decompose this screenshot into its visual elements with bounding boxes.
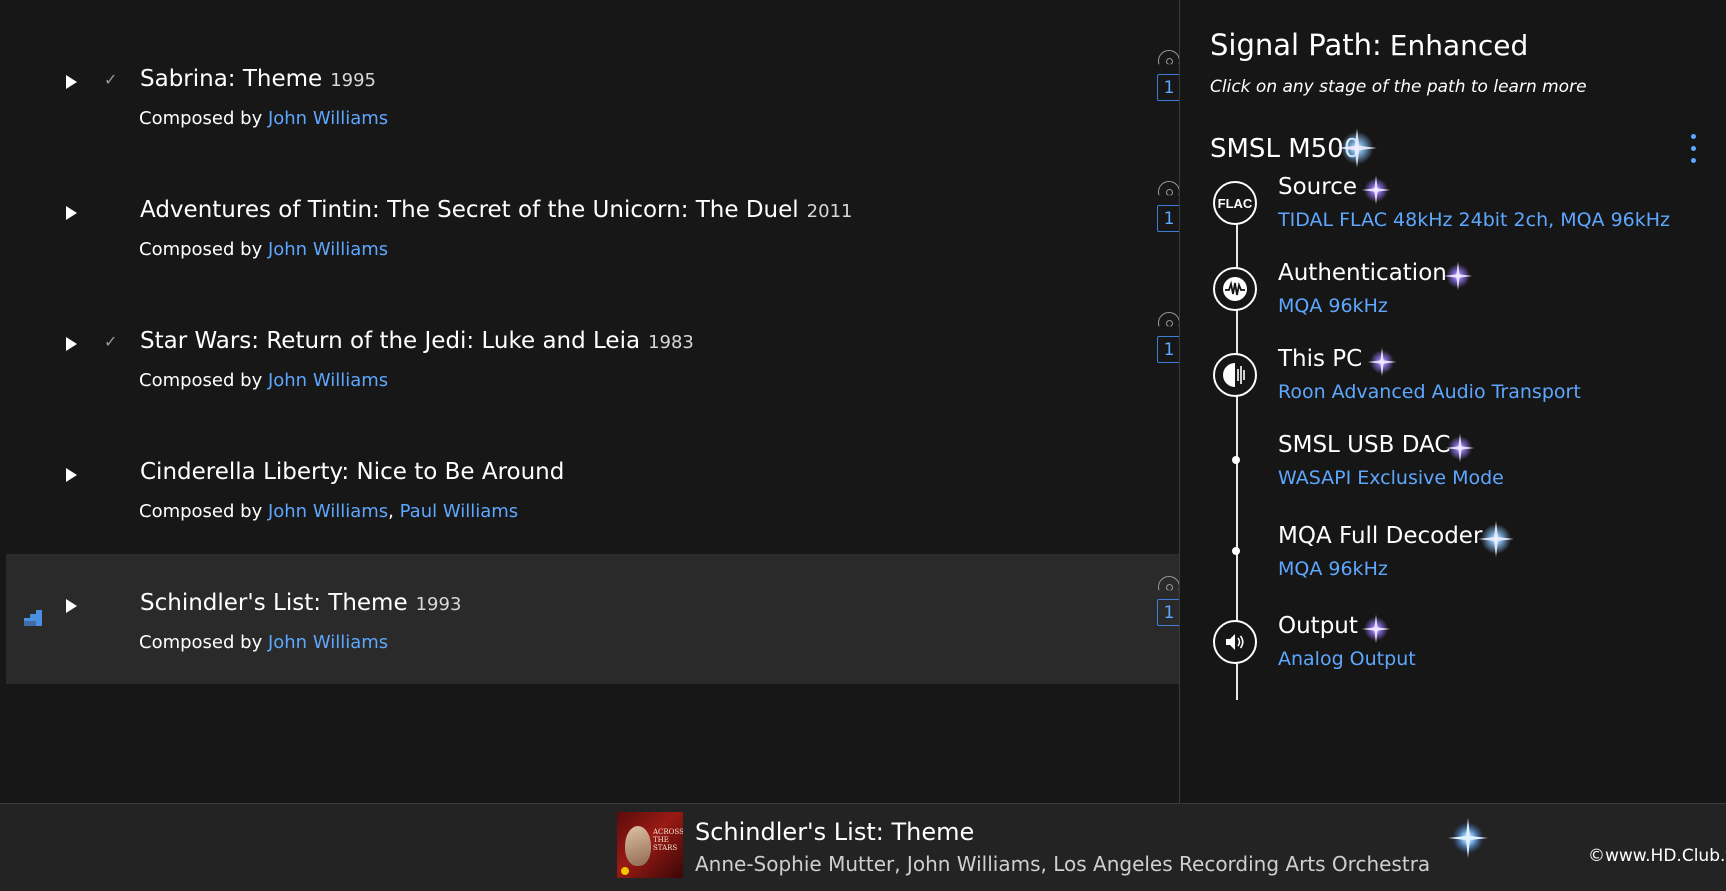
track-row[interactable]: Schindler's List: Theme 1993 Composed by J… [6, 554, 1181, 684]
track-row[interactable]: ✓ Star Wars: Return of the Jedi: Luke and… [6, 281, 1181, 411]
disc-icon [1158, 50, 1180, 65]
now-playing-artists[interactable]: Anne-Sophie Mutter, John Williams, Los A… [695, 852, 1430, 876]
composer-link[interactable]: John Williams [268, 632, 388, 653]
composer-link[interactable]: John Williams [268, 501, 388, 522]
stage-detail[interactable]: Roon Advanced Audio Transport [1278, 381, 1581, 403]
disc-number-badge: 1 [1157, 74, 1181, 101]
mqa-auth-icon[interactable] [1213, 267, 1257, 311]
signal-path-subtitle: Click on any stage of the path to learn … [1210, 77, 1587, 97]
dg-logo-icon [621, 867, 629, 875]
stage-quality-star-icon[interactable] [1442, 260, 1474, 292]
stage-quality-star-icon[interactable] [1444, 432, 1476, 464]
track-title-line: Schindler's List: Theme 1993 [140, 590, 461, 616]
composer-link[interactable]: John Williams [268, 108, 388, 129]
signal-path-panel: Signal Path: Enhanced Click on any stage … [1179, 0, 1726, 810]
stage-name[interactable]: Authentication [1278, 260, 1447, 286]
composed-by-label: Composed by [139, 632, 268, 653]
stage-name[interactable]: This PC [1278, 346, 1362, 372]
composer-line: Composed by John Williams [139, 370, 388, 391]
cover-text: ACROSS THE STARS [653, 828, 683, 852]
track-title-line: Adventures of Tintin: The Secret of the … [140, 197, 852, 223]
track-title-line: Cinderella Liberty: Nice to Be Around [140, 459, 564, 485]
play-icon[interactable] [66, 75, 77, 89]
cover-portrait [625, 826, 651, 866]
composer-line: Composed by John Williams [139, 239, 388, 260]
raat-icon[interactable] [1213, 353, 1257, 397]
disc-number-badge: 1 [1157, 336, 1181, 363]
track-title[interactable]: Cinderella Liberty: Nice to Be Around [140, 459, 564, 485]
device-quality-star-icon[interactable] [1335, 126, 1379, 170]
now-playing-title[interactable]: Schindler's List: Theme [695, 818, 974, 846]
composed-by-label: Composed by [139, 370, 268, 391]
stage-name[interactable]: MQA Full Decoder [1278, 523, 1482, 549]
track-year: 1983 [648, 332, 694, 353]
track-row[interactable]: Cinderella Liberty: Nice to Be Around Com… [6, 412, 1180, 542]
track-year: 1993 [415, 594, 462, 615]
track-row[interactable]: Adventures of Tintin: The Secret of the … [6, 150, 1181, 280]
track-row[interactable]: ✓ Sabrina: Theme 1995 Composed by John Will… [6, 19, 1181, 149]
favorite-check-icon[interactable]: ✓ [104, 332, 117, 351]
disc-icon [1158, 181, 1180, 196]
disc-number-badge: 1 [1157, 599, 1181, 626]
path-stage-dot[interactable] [1232, 456, 1240, 464]
composed-by-label: Composed by [139, 108, 268, 129]
track-title[interactable]: Schindler's List: Theme [140, 590, 408, 616]
stage-quality-star-icon[interactable] [1360, 174, 1392, 206]
now-playing-indicator-icon [24, 610, 42, 626]
favorite-check-icon[interactable]: ✓ [104, 70, 117, 89]
play-icon[interactable] [66, 206, 77, 220]
disc-number-badge: 1 [1157, 205, 1181, 232]
flac-icon-text: FLAC [1217, 195, 1253, 211]
more-options-icon[interactable] [1690, 134, 1698, 168]
track-title[interactable]: Sabrina: Theme [140, 66, 322, 92]
signal-path-quality[interactable]: Enhanced [1390, 29, 1528, 62]
stage-detail[interactable]: MQA 96kHz [1278, 558, 1388, 580]
track-title-line: Sabrina: Theme 1995 [140, 66, 376, 92]
composed-by-label: Composed by [139, 239, 268, 260]
track-year: 2011 [806, 201, 853, 222]
composer-link[interactable]: John Williams [268, 239, 388, 260]
path-stage-dot[interactable] [1232, 547, 1240, 555]
signal-path-star-icon[interactable] [1448, 818, 1488, 858]
play-icon[interactable] [66, 599, 77, 613]
stage-name[interactable]: Source [1278, 174, 1357, 200]
composer-line: Composed by John Williams [139, 108, 388, 129]
speaker-icon[interactable] [1213, 620, 1257, 664]
signal-path-title: Signal Path: Enhanced [1210, 28, 1529, 62]
composer-separator: , [388, 501, 400, 522]
flac-icon[interactable]: FLAC [1213, 181, 1257, 225]
stage-quality-star-icon[interactable] [1476, 519, 1516, 559]
track-title[interactable]: Adventures of Tintin: The Secret of the … [140, 197, 799, 223]
composed-by-label: Composed by [139, 501, 268, 522]
play-icon[interactable] [66, 468, 77, 482]
disc-icon [1158, 576, 1180, 591]
composer-line: Composed by John Williams [139, 632, 388, 653]
stage-quality-star-icon[interactable] [1366, 346, 1398, 378]
stage-detail[interactable]: TIDAL FLAC 48kHz 24bit 2ch, MQA 96kHz [1278, 209, 1670, 231]
track-list: ✓ Sabrina: Theme 1995 Composed by John Will… [0, 0, 1181, 800]
stage-detail[interactable]: Analog Output [1278, 648, 1416, 670]
watermark: ©www.HD.Club.tw [1588, 846, 1726, 866]
stage-name[interactable]: Output [1278, 613, 1358, 639]
track-title-line: Star Wars: Return of the Jedi: Luke and … [140, 328, 694, 354]
stage-name[interactable]: SMSL USB DAC [1278, 432, 1450, 458]
stage-detail[interactable]: WASAPI Exclusive Mode [1278, 467, 1504, 489]
stage-detail[interactable]: MQA 96kHz [1278, 295, 1388, 317]
track-year: 1995 [330, 70, 377, 91]
play-icon[interactable] [66, 337, 77, 351]
album-cover[interactable]: ACROSS THE STARS [617, 812, 683, 878]
disc-icon [1158, 312, 1180, 327]
composer-link[interactable]: John Williams [268, 370, 388, 391]
composer-link[interactable]: Paul Williams [400, 501, 519, 522]
stage-quality-star-icon[interactable] [1360, 613, 1392, 645]
track-title[interactable]: Star Wars: Return of the Jedi: Luke and … [140, 328, 640, 354]
composer-line: Composed by John Williams, Paul Williams [139, 501, 518, 522]
